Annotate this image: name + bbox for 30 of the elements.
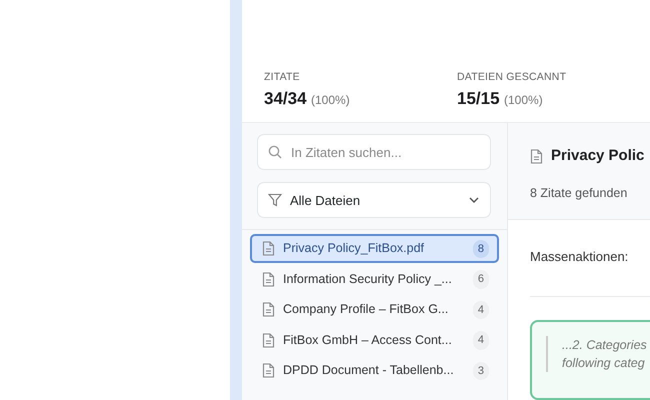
file-list-item[interactable]: Information Security Policy _... 6 xyxy=(250,264,499,294)
filter-icon xyxy=(268,193,282,208)
stat-value: 34/34 xyxy=(264,88,307,108)
stat-percent: (100%) xyxy=(311,92,350,107)
stat-value: 15/15 xyxy=(457,88,500,108)
bulk-actions-label: Massenaktionen: xyxy=(530,246,650,297)
count-badge: 4 xyxy=(472,300,489,319)
document-title: Privacy Polic xyxy=(551,146,644,166)
file-list-item[interactable]: DPDD Document - Tabellenb... 3 xyxy=(250,356,499,386)
document-icon xyxy=(262,241,275,256)
document-icon xyxy=(262,272,275,287)
file-list-item[interactable]: FitBox GmbH – Access Cont... 4 xyxy=(250,326,499,355)
count-badge: 8 xyxy=(472,240,489,258)
quote-text: ...2. Categories following categ xyxy=(546,336,650,372)
count-badge: 4 xyxy=(472,331,489,350)
stat-label: ZITATE xyxy=(264,70,301,85)
file-list-item[interactable]: Privacy Policy_FitBox.pdf 8 xyxy=(250,234,499,264)
stat-label: DATEIEN GESCANNT xyxy=(457,70,568,85)
document-icon xyxy=(262,302,275,318)
document-icon xyxy=(262,332,275,348)
quote-count: 8 Zitate gefunden xyxy=(530,184,628,202)
count-badge: 3 xyxy=(472,362,489,380)
chevron-down-icon xyxy=(468,196,480,204)
file-list-item[interactable]: Company Profile – FitBox G... 4 xyxy=(250,295,499,324)
count-badge: 6 xyxy=(472,270,489,288)
filter-dropdown[interactable]: Alle Dateien xyxy=(257,182,491,218)
stat-percent: (100%) xyxy=(504,92,543,107)
search-field[interactable]: In Zitaten suchen... xyxy=(257,134,491,170)
document-icon xyxy=(530,149,543,164)
document-icon xyxy=(262,363,275,378)
